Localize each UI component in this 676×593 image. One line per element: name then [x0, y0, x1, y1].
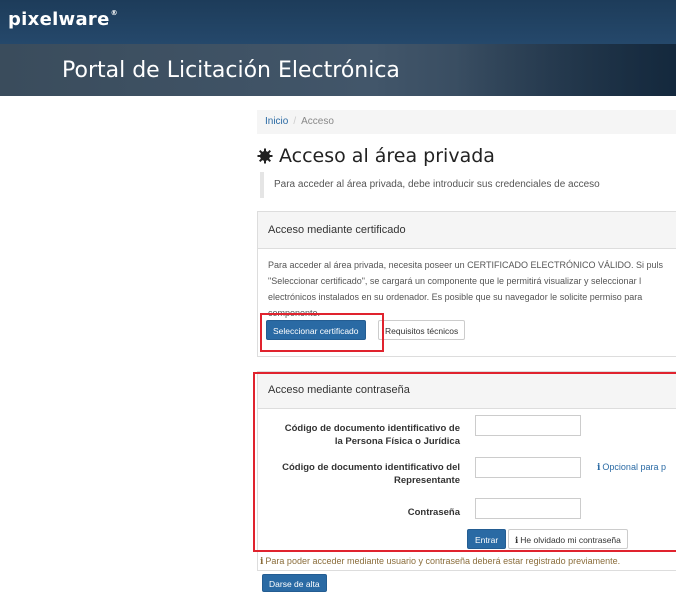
- technical-requirements-button[interactable]: Requisitos técnicos: [378, 320, 466, 340]
- registration-warning-text: Para poder acceder mediante usuario y co…: [265, 556, 621, 566]
- page-title-row: Acceso al área privada: [257, 145, 495, 167]
- certificate-description-line-2: "Seleccionar certificado", se cargará un…: [268, 276, 642, 286]
- logo-registered-mark: ®: [110, 9, 118, 17]
- highlight-select-certificate: [260, 313, 384, 352]
- banner-background-decoration: [456, 44, 676, 96]
- page-title: Acceso al área privada: [279, 145, 495, 167]
- signup-button[interactable]: Darse de alta: [262, 574, 327, 592]
- logo-text: pixelware: [8, 9, 110, 30]
- certificate-description-line-3: electrónicos instalados en su ordenador.…: [268, 292, 643, 302]
- certificate-panel-heading: Acceso mediante certificado: [258, 212, 676, 249]
- intro-text: Para acceder al área privada, debe intro…: [260, 172, 676, 198]
- breadcrumb-current: Acceso: [301, 116, 334, 127]
- gear-icon: [257, 148, 273, 164]
- certificate-description-line-1: Para acceder al área privada, necesita p…: [268, 260, 663, 270]
- top-header-bar: pixelware®: [0, 0, 676, 44]
- portal-title: Portal de Licitación Electrónica: [62, 58, 400, 83]
- breadcrumb-home-link[interactable]: Inicio: [265, 116, 288, 127]
- info-icon: i: [260, 557, 264, 567]
- breadcrumb-separator: /: [293, 116, 297, 127]
- breadcrumb: Inicio / Acceso: [257, 110, 676, 134]
- pixelware-logo[interactable]: pixelware®: [8, 9, 118, 30]
- registration-warning: i Para poder acceder mediante usuario y c…: [260, 556, 620, 567]
- highlight-password-panel: [253, 372, 676, 552]
